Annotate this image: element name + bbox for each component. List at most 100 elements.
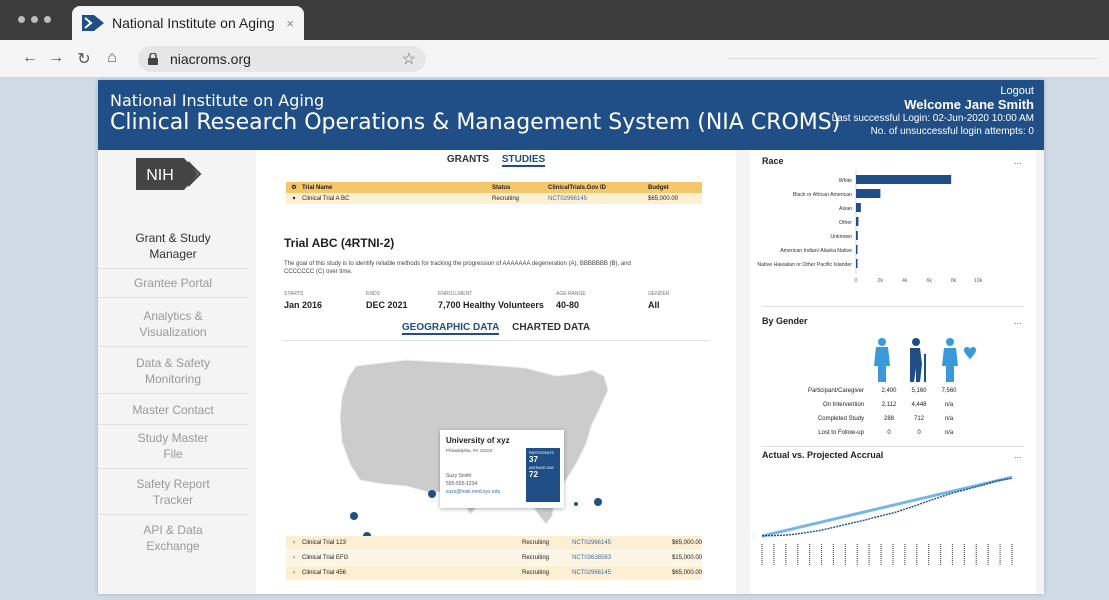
stat-gender: GENDER All: [648, 291, 669, 310]
url-text: niacroms.org: [170, 51, 251, 67]
nih-logo[interactable]: NIH: [136, 158, 202, 190]
sidebar-item-label: File: [163, 447, 183, 461]
col-ct-id[interactable]: ClinicalTrials.Gov ID: [548, 185, 648, 191]
table-header-row: ⚙ Trial Name Status ClinicalTrials.Gov I…: [286, 182, 702, 193]
stat-age-range: AGE RANGE 40-80: [556, 291, 586, 310]
sidebar-item-label: Safety Report: [136, 477, 210, 491]
sidebar-item-api-data[interactable]: API & Data Exchange: [98, 522, 248, 560]
sidebar-item-study-master-file[interactable]: Study Master File: [98, 430, 248, 469]
gender-icons: [874, 338, 976, 382]
welcome-text: Welcome Jane Smith: [904, 97, 1034, 112]
race-bar[interactable]: [856, 189, 881, 198]
sidebar-item-master-contact[interactable]: Master Contact: [98, 402, 248, 425]
race-bar[interactable]: [856, 203, 861, 212]
site-name: University of xyz: [446, 436, 510, 445]
site-marker-pin[interactable]: [350, 512, 358, 520]
top-tabs: GRANTS STUDIES: [256, 154, 736, 167]
trial-ct-id-link[interactable]: NCT02966145: [572, 570, 662, 576]
gender-value: 0: [917, 430, 921, 436]
app-header: National Institute on Aging Clinical Res…: [98, 80, 1044, 150]
sidebar-item-label: Analytics &: [143, 309, 203, 323]
table-row-selected[interactable]: ▾ Clinical Trial A BC Recruiting NCT0296…: [286, 193, 702, 204]
elderly-walker-icon: [910, 338, 926, 382]
sidebar-item-label: Tracker: [152, 493, 194, 507]
sidebar-item-analytics[interactable]: Analytics & Visualization: [98, 308, 248, 347]
tab-studies[interactable]: STUDIES: [501, 154, 546, 167]
sidebar-item-data-safety[interactable]: Data & Safety Monitoring: [98, 355, 248, 394]
sidebar-item-safety-report[interactable]: Safety Report Tracker: [98, 476, 248, 515]
window-dot-close[interactable]: [18, 16, 25, 23]
window-dot-minimize[interactable]: [31, 16, 38, 23]
trial-status: Recruiting: [492, 195, 520, 202]
race-tick-label: 10k: [974, 278, 983, 284]
trial-status: Recruiting: [522, 555, 550, 561]
race-bar[interactable]: [856, 259, 858, 268]
table-row[interactable]: › Clinical Trial 456 Recruiting NCT02966…: [286, 566, 702, 580]
trial-ct-id-link[interactable]: NCT03638583: [572, 555, 662, 561]
col-trial-name[interactable]: Trial Name: [302, 185, 492, 191]
sidebar-item-grantee-portal[interactable]: Grantee Portal: [98, 275, 248, 298]
right-panel: Race ... White Black or African American A…: [750, 150, 1036, 594]
stat-label: ENROLLMENT: [438, 291, 473, 297]
forward-icon[interactable]: →: [46, 49, 66, 67]
trial-ct-id-link[interactable]: NCT02966145: [572, 540, 662, 546]
address-bar-line: [728, 58, 1098, 59]
race-bar[interactable]: [856, 175, 952, 184]
race-bar[interactable]: [856, 231, 858, 240]
race-category-label: Black or African American: [793, 192, 852, 198]
tab-grants[interactable]: GRANTS: [447, 154, 489, 165]
stat-label: STARTS: [284, 291, 304, 297]
divider: [284, 340, 708, 341]
stat-value: Jan 2016: [284, 300, 323, 310]
url-field[interactable]: niacroms.org ☆: [138, 46, 426, 72]
home-icon[interactable]: ⌂: [102, 49, 122, 67]
logout-link[interactable]: Logout: [1000, 85, 1034, 97]
chevron-right-icon[interactable]: ›: [286, 540, 302, 546]
sidebar-item-label: Monitoring: [144, 372, 202, 386]
gear-icon[interactable]: ⚙: [286, 184, 302, 191]
window-dot-maximize[interactable]: [44, 16, 51, 23]
reload-icon[interactable]: ↻: [74, 49, 94, 69]
race-bar[interactable]: [856, 217, 859, 226]
nih-logo-text: NIH: [146, 167, 174, 184]
chevron-down-icon[interactable]: ▾: [286, 195, 302, 202]
site-marker-pin[interactable]: [574, 502, 578, 506]
sidebar-item-label: Data & Safety: [135, 356, 211, 370]
table-row[interactable]: › Clinical Trial 123 Recruiting NCT02966…: [286, 536, 702, 550]
last-login-text: Last successful Login: 02-Jun-2020 10:00…: [831, 113, 1034, 124]
window-controls[interactable]: [18, 16, 51, 23]
trial-budget: $65,000.00: [671, 540, 702, 546]
tab-close-icon[interactable]: ×: [286, 16, 294, 31]
col-status[interactable]: Status: [492, 185, 548, 191]
trial-ct-id-link[interactable]: NCT02966145: [548, 196, 648, 202]
tab-geographic-data[interactable]: GEOGRAPHIC DATA: [401, 322, 500, 335]
back-icon[interactable]: ←: [20, 49, 40, 67]
race-category-label: Asian: [839, 206, 852, 212]
chevron-right-icon[interactable]: ›: [286, 570, 302, 576]
browser-tab[interactable]: National Institute on Aging ×: [72, 6, 304, 40]
gender-title: By Gender: [762, 316, 808, 326]
tab-title: National Institute on Aging: [112, 15, 275, 31]
site-marker-pin[interactable]: [594, 498, 602, 506]
trial-budget: $65,000.00: [671, 570, 702, 576]
login-attempts-text: No. of unsuccessful login attempts: 0: [870, 126, 1034, 137]
accrual-title: Actual vs. Projected Accrual: [762, 450, 884, 460]
col-budget[interactable]: Budget: [648, 185, 702, 191]
race-bar[interactable]: [856, 245, 858, 254]
race-tick-label: 6k: [926, 278, 932, 284]
contact-email-link[interactable]: suzs@mail.med.xyz.edu: [446, 488, 500, 496]
trial-status: Recruiting: [522, 570, 550, 576]
site-marker-pin[interactable]: [428, 490, 436, 498]
gender-value: 288: [883, 416, 894, 422]
contact-name: Suzy Smith: [446, 473, 472, 479]
tab-charted-data[interactable]: CHARTED DATA: [512, 322, 590, 333]
trial-budget: $65,000.00: [648, 195, 679, 202]
sidebar-item-grant-study-manager[interactable]: Grant & Study Manager: [98, 230, 248, 269]
accrual-menu-icon[interactable]: ...: [1014, 450, 1022, 460]
star-icon[interactable]: ☆: [402, 49, 416, 69]
gender-menu-icon[interactable]: ...: [1014, 316, 1022, 326]
race-menu-icon[interactable]: ...: [1014, 156, 1022, 166]
gender-row-label: On Intervention: [822, 402, 864, 408]
chevron-right-icon[interactable]: ›: [286, 555, 302, 561]
table-row[interactable]: › Clinical Trial EFG Recruiting NCT03638…: [286, 551, 702, 565]
